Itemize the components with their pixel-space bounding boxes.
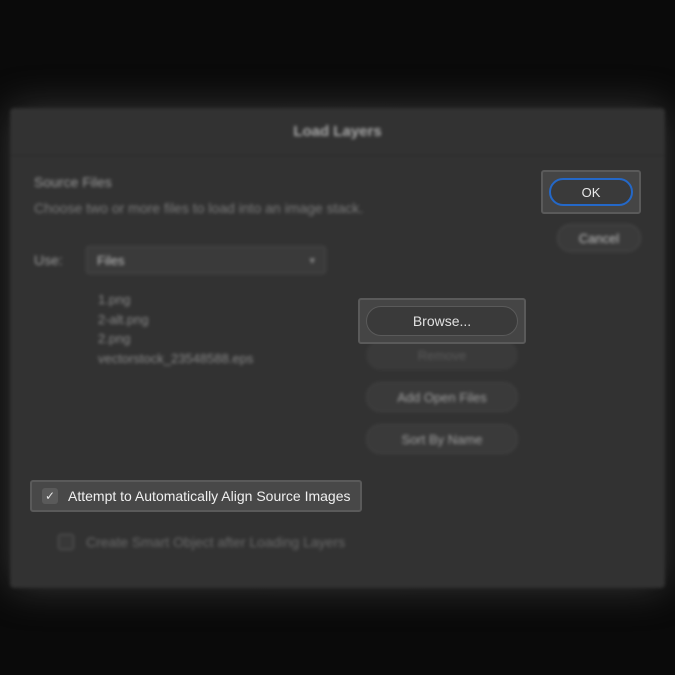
sort-by-name-button[interactable]: Sort By Name [366, 424, 518, 454]
file-list[interactable]: 1.png 2-alt.png 2.png vectorstock_235485… [86, 282, 326, 376]
file-list-item[interactable]: vectorstock_23548588.eps [98, 349, 314, 369]
use-select-value: Files [97, 253, 124, 268]
smart-object-checkbox[interactable] [58, 534, 74, 550]
cancel-button[interactable]: Cancel [557, 224, 641, 252]
browse-button[interactable]: Browse... [366, 306, 518, 336]
dialog-title: Load Layers [10, 108, 665, 156]
ok-button-highlight: OK [541, 170, 641, 214]
align-checkbox-highlight: ✓ Attempt to Automatically Align Source … [30, 480, 362, 512]
file-list-item[interactable]: 2-alt.png [98, 310, 314, 330]
add-open-files-button[interactable]: Add Open Files [366, 382, 518, 412]
file-list-item[interactable]: 1.png [98, 290, 314, 310]
file-list-item[interactable]: 2.png [98, 329, 314, 349]
remove-button: Remove [366, 340, 518, 370]
use-select[interactable]: Files [86, 246, 326, 274]
align-checkbox-label: Attempt to Automatically Align Source Im… [68, 488, 350, 504]
smart-object-label: Create Smart Object after Loading Layers [86, 534, 345, 550]
use-label: Use: [34, 252, 72, 268]
ok-button[interactable]: OK [549, 178, 633, 206]
align-checkbox[interactable]: ✓ [42, 488, 58, 504]
browse-button-highlight: Browse... [358, 298, 526, 344]
